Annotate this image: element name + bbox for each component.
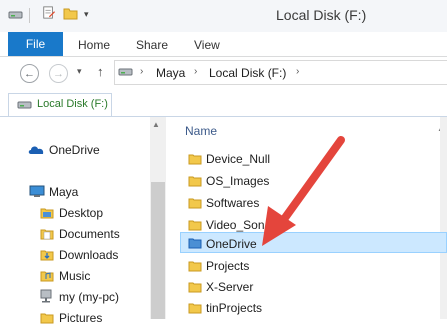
tab-home[interactable]: Home [78, 38, 110, 52]
window-title: Local Disk (F:) [276, 7, 367, 23]
downloads-folder-icon [40, 250, 54, 261]
desktop-folder-icon [40, 208, 54, 219]
properties-icon[interactable] [41, 6, 56, 19]
breadcrumb-separator-icon[interactable]: › [140, 66, 143, 77]
network-drive-icon [40, 289, 52, 303]
folder-icon [188, 282, 202, 293]
folder-icon [188, 220, 202, 231]
new-folder-icon[interactable] [63, 7, 78, 20]
forward-button[interactable]: → [49, 64, 68, 83]
file-row-tinprojects[interactable]: tinProjects [206, 301, 262, 315]
nav-item-documents[interactable]: Documents [59, 227, 120, 241]
music-folder-icon [40, 271, 54, 282]
tab-share[interactable]: Share [136, 38, 168, 52]
drive-icon[interactable] [8, 8, 23, 21]
nav-item-maya[interactable]: Maya [49, 185, 78, 199]
file-row-device-null[interactable]: Device_Null [206, 152, 270, 166]
onedrive-folder-icon [188, 238, 202, 249]
location-tab-label: Local Disk (F:) [37, 98, 108, 110]
qat-divider [29, 8, 30, 23]
nav-item-network-share[interactable]: my (my-pc) [59, 290, 119, 304]
folder-icon [188, 154, 202, 165]
nav-item-music[interactable]: Music [59, 269, 90, 283]
folder-icon [188, 303, 202, 314]
file-row-os-images[interactable]: OS_Images [206, 174, 269, 188]
folder-icon [188, 261, 202, 272]
breadcrumb-maya[interactable]: Maya [156, 66, 185, 80]
file-row-projects[interactable]: Projects [206, 259, 249, 273]
folder-icon [188, 198, 202, 209]
nav-item-pictures[interactable]: Pictures [59, 311, 102, 325]
nav-item-desktop[interactable]: Desktop [59, 206, 103, 220]
drive-tab-icon [17, 101, 32, 109]
forward-arrow-icon: → [53, 67, 64, 80]
nav-item-downloads[interactable]: Downloads [59, 248, 118, 262]
file-row-video-songs[interactable]: Video_Son [206, 218, 265, 232]
content-scrollbar[interactable] [440, 117, 447, 319]
nav-item-onedrive[interactable]: OneDrive [49, 143, 100, 157]
up-button[interactable]: ↑ [97, 64, 104, 79]
onedrive-cloud-icon [28, 146, 44, 154]
drive-address-icon [118, 68, 133, 76]
customize-qat-icon[interactable]: ▾ [84, 9, 89, 20]
recent-locations-chevron-icon[interactable]: ▾ [77, 66, 82, 77]
back-arrow-icon: ← [24, 67, 35, 80]
documents-folder-icon [40, 229, 54, 240]
breadcrumb-separator-icon[interactable]: › [296, 66, 299, 77]
tab-file[interactable]: File [8, 32, 63, 56]
pictures-folder-icon [40, 313, 54, 324]
nav-pane-scroll-thumb[interactable] [151, 182, 165, 319]
computer-icon [29, 185, 45, 197]
ribbon-bar [0, 32, 447, 57]
breadcrumb-local-disk[interactable]: Local Disk (F:) [209, 66, 286, 80]
back-button[interactable]: ← [20, 64, 39, 83]
folder-icon [188, 176, 202, 187]
breadcrumb-separator-icon[interactable]: › [194, 66, 197, 77]
tab-view[interactable]: View [194, 38, 220, 52]
scroll-up-arrow-icon[interactable]: ▲ [152, 120, 160, 129]
file-row-onedrive[interactable]: OneDrive [206, 237, 257, 251]
column-header-name[interactable]: Name [185, 124, 217, 138]
file-row-softwares[interactable]: Softwares [206, 196, 259, 210]
file-row-x-server[interactable]: X-Server [206, 280, 253, 294]
